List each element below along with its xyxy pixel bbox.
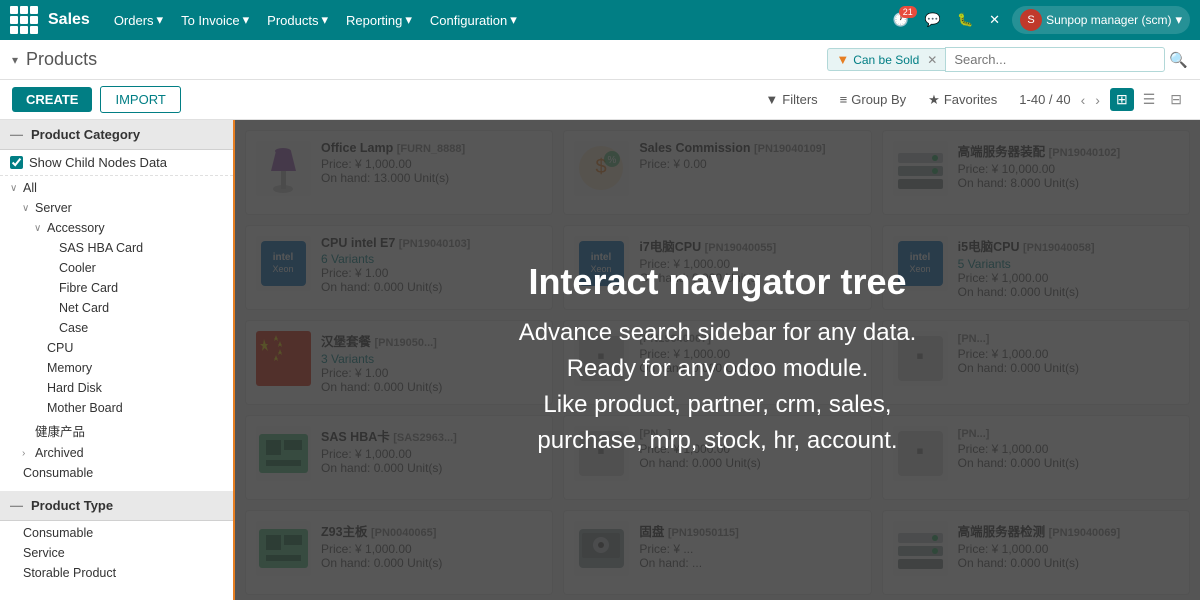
sidebar: — Product Category Show Child Nodes Data… — [0, 120, 235, 600]
funnel-icon: ▼ — [836, 52, 849, 67]
overlay-text: Advance search sidebar for any data. Rea… — [519, 315, 917, 459]
filter-icon: ▼ — [765, 92, 778, 107]
app-logo[interactable] — [10, 6, 38, 34]
create-button[interactable]: CREATE — [12, 87, 92, 112]
user-menu[interactable]: S Sunpop manager (scm) ▾ — [1012, 6, 1190, 34]
main-layout: — Product Category Show Child Nodes Data… — [0, 120, 1200, 600]
tree-item-hard-disk[interactable]: Hard Disk — [0, 378, 233, 398]
top-navigation: Sales Orders ▾ To Invoice ▾ Products ▾ R… — [0, 0, 1200, 40]
tree-item-consumable[interactable]: Consumable — [0, 463, 233, 483]
show-child-nodes-row[interactable]: Show Child Nodes Data — [0, 150, 233, 176]
user-avatar: S — [1020, 9, 1042, 31]
filter-tag-label: Can be Sold — [853, 53, 919, 67]
bug-icon-btn[interactable]: 🐛 — [953, 10, 977, 30]
tree-item-mother-board[interactable]: Mother Board — [0, 398, 233, 418]
menu-configuration[interactable]: Configuration ▾ — [422, 8, 525, 32]
breadcrumb-bar: ▾ Products ▼ Can be Sold ✕ 🔍 — [0, 40, 1200, 80]
list-view-btn[interactable]: ☰ — [1137, 88, 1162, 111]
next-page-btn[interactable]: › — [1095, 92, 1100, 108]
prev-page-btn[interactable]: ‹ — [1081, 92, 1086, 108]
show-child-nodes-checkbox[interactable] — [10, 156, 23, 169]
menu-orders[interactable]: Orders ▾ — [106, 8, 171, 32]
action-right: ▼ Filters ≡ Group By ★ Favorites 1-40 / … — [759, 88, 1188, 111]
close-icon-btn[interactable]: ✕ — [985, 10, 1004, 30]
topnav-right-area: 🕐21 💬 🐛 ✕ S Sunpop manager (scm) ▾ — [889, 6, 1190, 34]
overlay: Interact navigator tree Advance search s… — [235, 120, 1200, 600]
product-type-tree: Consumable Service Storable Product — [0, 521, 233, 585]
view-toggle: ⊞ ☰ ⊟ — [1110, 88, 1188, 111]
pagination-info: 1-40 / 40 — [1019, 92, 1070, 107]
tree-item-all[interactable]: ∨ All — [0, 178, 233, 198]
category-tree: ∨ All ∨ Server ∨ Accessory SAS HBA Card — [0, 176, 233, 485]
tree-item-cooler[interactable]: Cooler — [0, 258, 233, 278]
favorites-btn[interactable]: ★ Favorites — [922, 89, 1003, 111]
tree-item-memory[interactable]: Memory — [0, 358, 233, 378]
tree-item-sas-hba-card[interactable]: SAS HBA Card — [0, 238, 233, 258]
user-dropdown-icon: ▾ — [1175, 12, 1182, 28]
sidebar-type-header: — Product Type — [0, 491, 233, 521]
breadcrumb-toggle[interactable]: ▾ — [12, 53, 18, 67]
menu-products[interactable]: Products ▾ — [259, 8, 336, 32]
filter-tag-can-be-sold[interactable]: ▼ Can be Sold ✕ — [827, 48, 945, 71]
groupby-icon: ≡ — [840, 92, 848, 107]
tree-item-fibre-card[interactable]: Fibre Card — [0, 278, 233, 298]
tree-item-health[interactable]: 健康产品 — [0, 418, 233, 443]
filter-tag-close[interactable]: ✕ — [927, 53, 937, 67]
menu-reporting[interactable]: Reporting ▾ — [338, 8, 420, 32]
page-title: Products — [26, 49, 97, 70]
user-name: Sunpop manager (scm) — [1046, 13, 1171, 27]
clock-icon-btn[interactable]: 🕐21 — [889, 10, 913, 30]
action-bar: CREATE IMPORT ▼ Filters ≡ Group By ★ Fav… — [0, 80, 1200, 120]
tree-item-accessory[interactable]: ∨ Accessory — [0, 218, 233, 238]
overlay-title: Interact navigator tree — [528, 261, 906, 303]
tree-item-net-card[interactable]: Net Card — [0, 298, 233, 318]
sidebar-category-header: — Product Category — [0, 120, 233, 150]
tree-type-storable[interactable]: Storable Product — [0, 563, 233, 583]
tree-item-case[interactable]: Case — [0, 318, 233, 338]
grid-view-btn[interactable]: ⊟ — [1164, 88, 1188, 111]
kanban-view-btn[interactable]: ⊞ — [1110, 88, 1134, 111]
tree-type-service[interactable]: Service — [0, 543, 233, 563]
filters-btn[interactable]: ▼ Filters — [759, 89, 823, 110]
tree-type-consumable[interactable]: Consumable — [0, 523, 233, 543]
app-name: Sales — [48, 11, 90, 29]
menu-to-invoice[interactable]: To Invoice ▾ — [173, 8, 257, 32]
tree-item-cpu[interactable]: CPU — [0, 338, 233, 358]
show-child-nodes-label: Show Child Nodes Data — [29, 155, 167, 170]
tree-item-archived[interactable]: › Archived — [0, 443, 233, 463]
chat-icon-btn[interactable]: 💬 — [921, 10, 945, 30]
search-icon[interactable]: 🔍 — [1169, 51, 1188, 69]
star-icon: ★ — [928, 92, 940, 108]
tree-item-server[interactable]: ∨ Server — [0, 198, 233, 218]
group-by-btn[interactable]: ≡ Group By — [834, 89, 913, 110]
search-input[interactable] — [945, 47, 1165, 72]
search-area: ▼ Can be Sold ✕ 🔍 — [827, 47, 1188, 72]
import-button[interactable]: IMPORT — [100, 86, 180, 113]
top-menu: Orders ▾ To Invoice ▾ Products ▾ Reporti… — [106, 8, 525, 32]
